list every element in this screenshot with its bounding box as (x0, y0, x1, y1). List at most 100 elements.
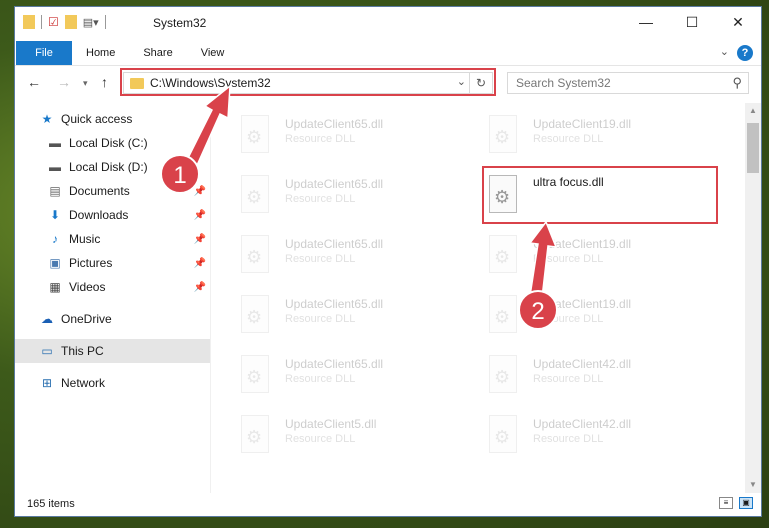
dll-file-icon: ⚙ (485, 415, 521, 457)
customize-icon[interactable]: ▤▾ (83, 16, 99, 29)
file-item[interactable]: ⚙ UpdateClient42.dll Resource DLL (473, 411, 703, 463)
sidebar-item-documents[interactable]: ▤ Documents 📌 (15, 179, 210, 203)
window-title: System32 (153, 16, 207, 30)
item-count: 165 items (27, 498, 75, 510)
navigation-pane: ★ Quick access ▬ Local Disk (C:) ▬ Local… (15, 103, 210, 493)
status-bar: 165 items ≡ ▣ (15, 492, 761, 516)
dll-file-icon: ⚙ (237, 115, 273, 157)
music-icon: ♪ (52, 232, 58, 246)
maximize-button[interactable]: ☐ (669, 7, 715, 37)
chevron-down-icon[interactable]: ⌄ (720, 45, 729, 58)
sidebar-item-label: Videos (69, 280, 106, 294)
file-name: UpdateClient19.dll (533, 297, 632, 311)
pin-icon[interactable]: 📌 (194, 282, 206, 293)
file-name: UpdateClient42.dll (533, 357, 632, 371)
drive-icon: ▬ (49, 136, 61, 150)
dll-file-icon: ⚙ (485, 235, 521, 277)
file-type: Resource DLL (285, 313, 356, 325)
file-item[interactable]: ⚙ UpdateClient19.dll Resource DLL (473, 291, 703, 343)
file-name: UpdateClient19.dll (533, 237, 632, 251)
refresh-icon[interactable]: ↻ (469, 73, 492, 93)
sidebar-item-label: Local Disk (D:) (69, 160, 148, 174)
file-type: Resource DLL (533, 433, 604, 445)
scroll-up-icon[interactable]: ▲ (745, 103, 761, 119)
minimize-button[interactable]: — (623, 7, 669, 37)
help-icon[interactable]: ? (737, 45, 753, 61)
tab-view[interactable]: View (187, 41, 239, 65)
sidebar-item-onedrive[interactable]: ☁ OneDrive (15, 307, 210, 331)
back-arrow-icon[interactable]: ← (27, 74, 41, 90)
sidebar-item-pictures[interactable]: ▣ Pictures 📌 (15, 251, 210, 275)
file-type: Resource DLL (533, 313, 604, 325)
sidebar-item-music[interactable]: ♪ Music 📌 (15, 227, 210, 251)
dll-file-icon: ⚙ (237, 295, 273, 337)
dll-file-icon: ⚙ (485, 175, 521, 217)
file-name: UpdateClient42.dll (533, 417, 632, 431)
navigation-bar: ← → ▾ ↑ C:\Windows\System32 ⌄ ↻ Search S… (15, 65, 761, 100)
window-controls: — ☐ ✕ (623, 7, 761, 37)
file-item[interactable]: ⚙ UpdateClient19.dll Resource DLL (473, 231, 703, 283)
up-arrow-icon[interactable]: ↑ (101, 74, 108, 90)
details-view-icon[interactable]: ≡ (719, 497, 733, 509)
file-name: UpdateClient65.dll (285, 117, 384, 131)
pin-icon[interactable]: 📌 (194, 186, 206, 197)
sidebar-item-this-pc[interactable]: ▭ This PC (15, 339, 210, 363)
file-item[interactable]: ⚙ UpdateClient65.dll Resource DLL (225, 171, 455, 223)
sidebar-item-label: Music (69, 232, 101, 246)
chevron-down-icon[interactable]: ⌄ (457, 75, 466, 88)
divider (41, 15, 42, 29)
sidebar-item-local-disk-d[interactable]: ▬ Local Disk (D:) (15, 155, 210, 179)
properties-icon[interactable]: ☑ (48, 15, 59, 29)
sidebar-item-label: OneDrive (61, 312, 112, 326)
sidebar-item-network[interactable]: ⊞ Network (15, 371, 210, 395)
file-item-ultra-focus[interactable]: ⚙ ultra focus.dll (473, 171, 703, 223)
drive-icon: ▬ (49, 160, 61, 174)
sidebar-item-label: Network (61, 376, 106, 390)
file-type: Resource DLL (285, 253, 356, 265)
file-item[interactable]: ⚙ UpdateClient42.dll Resource DLL (473, 351, 703, 403)
file-type: Resource DLL (285, 193, 356, 205)
file-item[interactable]: ⚙ UpdateClient19.dll Resource DLL (473, 111, 703, 163)
file-item[interactable]: ⚙ UpdateClient5.dll Resource DLL (225, 411, 455, 463)
sidebar-item-local-disk-c[interactable]: ▬ Local Disk (C:) (15, 131, 210, 155)
address-bar[interactable]: C:\Windows\System32 ⌄ ↻ (123, 72, 493, 94)
scroll-down-icon[interactable]: ▼ (745, 477, 761, 493)
dll-file-icon: ⚙ (237, 415, 273, 457)
tab-home[interactable]: Home (72, 41, 129, 65)
pin-icon[interactable]: 📌 (194, 258, 206, 269)
pin-icon[interactable]: 📌 (194, 234, 206, 245)
file-item[interactable]: ⚙ UpdateClient65.dll Resource DLL (225, 231, 455, 283)
scrollbar-thumb[interactable] (747, 123, 759, 173)
file-list: ⚙ UpdateClient65.dll Resource DLL ⚙ Updat… (225, 103, 745, 493)
sidebar-item-quick-access[interactable]: ★ Quick access (15, 107, 210, 131)
recent-locations-icon[interactable]: ▾ (83, 78, 88, 89)
pin-icon[interactable]: 📌 (194, 210, 206, 221)
forward-arrow-icon[interactable]: → (57, 74, 71, 90)
divider (104, 15, 106, 29)
computer-icon: ▭ (41, 344, 53, 358)
tab-file[interactable]: File (16, 41, 72, 65)
sidebar-item-label: This PC (61, 344, 104, 358)
file-item[interactable]: ⚙ UpdateClient65.dll Resource DLL (225, 111, 455, 163)
sidebar-item-videos[interactable]: ▦ Videos 📌 (15, 275, 210, 299)
search-input[interactable]: Search System32 ⚲ (507, 72, 749, 94)
new-folder-icon[interactable] (64, 15, 77, 29)
dll-file-icon: ⚙ (237, 235, 273, 277)
file-type: Resource DLL (285, 433, 356, 445)
file-type: Resource DLL (533, 373, 604, 385)
file-item[interactable]: ⚙ UpdateClient65.dll Resource DLL (225, 291, 455, 343)
folder-icon (23, 15, 35, 29)
sidebar-item-downloads[interactable]: ⬇ Downloads 📌 (15, 203, 210, 227)
ribbon-tabs: File Home Share View (15, 41, 761, 65)
file-name: ultra focus.dll (533, 175, 604, 189)
tab-share[interactable]: Share (129, 41, 186, 65)
file-name: UpdateClient19.dll (533, 117, 632, 131)
file-name: UpdateClient65.dll (285, 297, 384, 311)
large-icons-view-icon[interactable]: ▣ (739, 497, 753, 509)
dll-file-icon: ⚙ (237, 175, 273, 217)
download-icon: ⬇ (49, 208, 61, 222)
file-item[interactable]: ⚙ UpdateClient65.dll Resource DLL (225, 351, 455, 403)
close-button[interactable]: ✕ (715, 7, 761, 37)
vertical-scrollbar[interactable]: ▲ ▼ (745, 103, 761, 493)
dll-file-icon: ⚙ (485, 295, 521, 337)
